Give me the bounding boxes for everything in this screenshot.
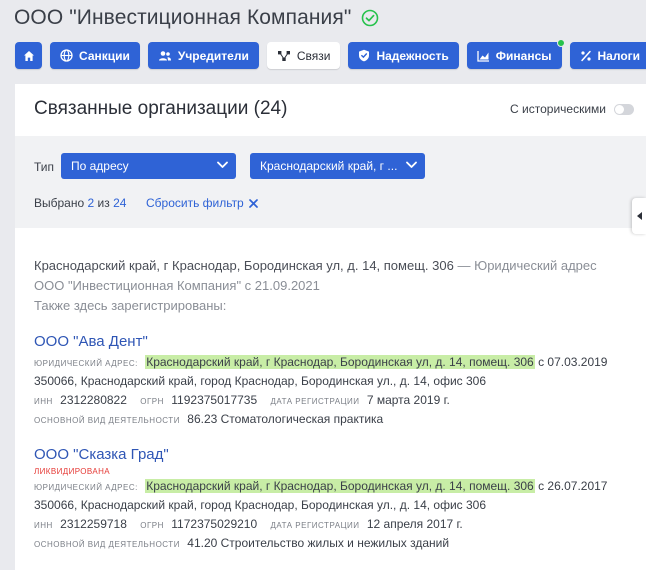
activity-value: 41.20 Строительство жилых и нежилых здан… bbox=[187, 536, 450, 550]
intro-line-1: Краснодарский край, г Краснодар, Бородин… bbox=[34, 256, 634, 276]
legal-address-label: ЮРИДИЧЕСКИЙ АДРЕС: bbox=[34, 483, 138, 492]
related-orgs-panel: Связанные организации (24) С исторически… bbox=[15, 84, 646, 570]
reg-date-label: ДАТА РЕГИСТРАЦИИ bbox=[270, 521, 360, 530]
reset-filter-label: Сбросить фильтр bbox=[146, 196, 244, 210]
legal-address-since: с 07.03.2019 bbox=[538, 355, 608, 369]
selected-count: Выбрано 2 из 24 bbox=[34, 196, 126, 210]
org-card: ООО "Сказка Град" ЛИКВИДИРОВАНА ЮРИДИЧЕС… bbox=[34, 445, 634, 553]
org-legal-address-row: ЮРИДИЧЕСКИЙ АДРЕС: Краснодарский край, г… bbox=[34, 353, 634, 372]
org-card: ООО "Ава Дент" ЮРИДИЧЕСКИЙ АДРЕС: Красно… bbox=[34, 332, 634, 429]
page-title: ООО "Инвестиционная Компания" bbox=[14, 6, 352, 29]
inn-value: 2312280822 bbox=[60, 393, 127, 407]
selected-prefix: Выбрано bbox=[34, 196, 85, 210]
filter-zone: Тип По адресу Краснодарский край, г ... … bbox=[15, 136, 646, 234]
nav-finance-label: Финансы bbox=[495, 48, 552, 63]
globe-icon bbox=[60, 49, 73, 62]
ogrn-value: 1192375017735 bbox=[171, 393, 258, 407]
reg-date-value: 12 апреля 2017 г. bbox=[366, 517, 463, 531]
legal-address-value: Краснодарский край, г Краснодар, Бородин… bbox=[145, 355, 535, 369]
panel-title: Связанные организации (24) bbox=[34, 98, 288, 119]
chevron-down-icon bbox=[217, 161, 228, 168]
nav-reliability-button[interactable]: Надежность bbox=[348, 42, 459, 69]
selected-total: 24 bbox=[113, 196, 127, 210]
nav-founders-button[interactable]: Учредители bbox=[147, 42, 259, 69]
close-icon bbox=[248, 198, 258, 208]
address-select[interactable]: Краснодарский край, г ... bbox=[250, 153, 425, 179]
nav-connections-label: Связи bbox=[296, 48, 331, 63]
historic-toggle-group: С историческими bbox=[510, 102, 634, 116]
legal-address-since: с 26.07.2017 bbox=[538, 479, 608, 493]
shield-icon bbox=[359, 49, 370, 62]
nav-taxes-label: Налоги bbox=[597, 48, 641, 63]
inn-label: ИНН bbox=[34, 397, 53, 406]
nav-founders-label: Учредители bbox=[177, 48, 249, 63]
inn-value: 2312259718 bbox=[60, 517, 127, 531]
connections-icon bbox=[277, 50, 290, 61]
panel-header: Связанные организации (24) С исторически… bbox=[15, 84, 646, 136]
chevron-down-icon bbox=[406, 161, 417, 168]
intro-block: Краснодарский край, г Краснодар, Бородин… bbox=[34, 256, 634, 316]
reg-date-label: ДАТА РЕГИСТРАЦИИ bbox=[270, 397, 360, 406]
legal-address-value: Краснодарский край, г Краснодар, Бородин… bbox=[145, 479, 535, 493]
org-ids-row: ИНН 2312280822 ОГРН 1192375017735 ДАТА Р… bbox=[34, 391, 634, 410]
ogrn-value: 1172375029210 bbox=[171, 517, 258, 531]
address-select-value: Краснодарский край, г ... bbox=[260, 159, 398, 173]
selected-number: 2 bbox=[87, 196, 95, 210]
org-name-link[interactable]: ООО "Сказка Град" bbox=[34, 445, 634, 465]
intro-line-2: ООО "Инвестиционная Компания" с 21.09.20… bbox=[34, 278, 320, 293]
org-name-link[interactable]: ООО "Ава Дент" bbox=[34, 332, 634, 352]
nav-home-button[interactable] bbox=[15, 42, 42, 69]
reset-filter-button[interactable]: Сбросить фильтр bbox=[146, 196, 258, 210]
org-ids-row: ИНН 2312259718 ОГРН 1172375029210 ДАТА Р… bbox=[34, 515, 634, 534]
percent-icon bbox=[580, 50, 591, 61]
type-label: Тип bbox=[34, 160, 55, 174]
nav-finance-button[interactable]: Финансы bbox=[466, 39, 565, 69]
home-icon bbox=[23, 50, 34, 61]
finance-notification-badge bbox=[556, 39, 565, 47]
users-icon bbox=[158, 50, 171, 60]
section-nav: Санкции Учредители Связи Надежность Фина… bbox=[15, 39, 646, 69]
org-activity-row: ОСНОВНОЙ ВИД ДЕЯТЕЛЬНОСТИ 41.20 Строител… bbox=[34, 534, 634, 553]
nav-connections-button[interactable]: Связи bbox=[266, 42, 341, 69]
intro-address: Краснодарский край, г Краснодар, Бородин… bbox=[34, 258, 454, 273]
type-select-value: По адресу bbox=[71, 159, 129, 173]
nav-taxes-button[interactable]: Налоги bbox=[569, 42, 646, 69]
intro-address-role: — Юридический адрес bbox=[457, 258, 597, 273]
activity-label: ОСНОВНОЙ ВИД ДЕЯТЕЛЬНОСТИ bbox=[34, 416, 180, 425]
historic-toggle[interactable] bbox=[614, 103, 634, 115]
ogrn-label: ОГРН bbox=[140, 521, 164, 530]
check-circle-icon bbox=[362, 9, 379, 27]
nav-sanctions-button[interactable]: Санкции bbox=[50, 42, 140, 69]
type-select[interactable]: По адресу bbox=[61, 153, 236, 179]
org-postal-address: 350066, Краснодарский край, город Красно… bbox=[34, 498, 487, 512]
org-postal-address: 350066, Краснодарский край, город Красно… bbox=[34, 374, 487, 388]
nav-sanctions-label: Санкции bbox=[79, 48, 130, 63]
nav-reliability-label: Надежность bbox=[376, 48, 449, 63]
reg-date-value: 7 марта 2019 г. bbox=[366, 393, 450, 407]
page-header: ООО "Инвестиционная Компания" bbox=[14, 6, 379, 30]
org-activity-row: ОСНОВНОЙ ВИД ДЕЯТЕЛЬНОСТИ 86.23 Стоматол… bbox=[34, 410, 634, 429]
intro-line-3: Также здесь зарегистрированы: bbox=[34, 298, 227, 313]
org-legal-address-row: ЮРИДИЧЕСКИЙ АДРЕС: Краснодарский край, г… bbox=[34, 477, 634, 496]
collapse-panel-tab[interactable] bbox=[632, 198, 646, 234]
inn-label: ИНН bbox=[34, 521, 53, 530]
activity-label: ОСНОВНОЙ ВИД ДЕЯТЕЛЬНОСТИ bbox=[34, 540, 180, 549]
selected-of: из bbox=[97, 196, 110, 210]
legal-address-label: ЮРИДИЧЕСКИЙ АДРЕС: bbox=[34, 359, 138, 368]
ogrn-label: ОГРН bbox=[140, 397, 164, 406]
chart-icon bbox=[477, 50, 489, 62]
status-badge: ЛИКВИДИРОВАНА bbox=[34, 467, 111, 476]
activity-value: 86.23 Стоматологическая практика bbox=[187, 412, 384, 426]
historic-label: С историческими bbox=[510, 102, 606, 116]
